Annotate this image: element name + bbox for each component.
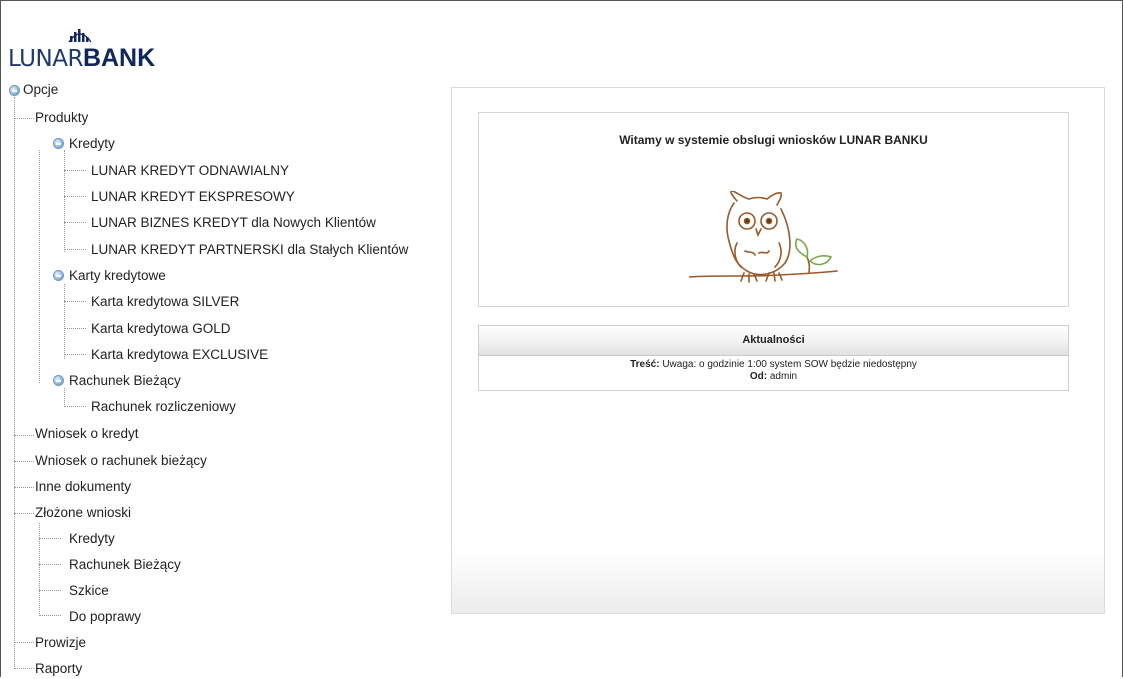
- tree-item-opcje[interactable]: Opcje: [23, 80, 58, 100]
- options-tree: Opcje Produkty Kredyty LUNAR KREDYT ODNA…: [0, 0, 450, 678]
- tree-item-karta-gold[interactable]: Karta kredytowa GOLD: [91, 319, 231, 339]
- collapse-toggle-icon[interactable]: [53, 270, 64, 281]
- tree-item-zlozone-wnioski[interactable]: Złożone wnioski: [35, 503, 131, 523]
- tree-item-do-poprawy[interactable]: Do poprawy: [69, 607, 141, 627]
- tree-line: [39, 523, 40, 616]
- tree-item-kredyt-ekspresowy[interactable]: LUNAR KREDYT EKSPRESOWY: [91, 187, 295, 207]
- owl-illustration: [689, 191, 838, 283]
- tree-item-karta-exclusive[interactable]: Karta kredytowa EXCLUSIVE: [91, 345, 268, 365]
- tree-line: [64, 150, 65, 252]
- tree-line: [39, 564, 61, 565]
- tree-item-produkty[interactable]: Produkty: [35, 108, 88, 128]
- tree-line: [39, 538, 61, 539]
- news-from-text: admin: [769, 371, 798, 382]
- tree-line: [39, 590, 61, 591]
- news-content-label: Treść:: [630, 359, 660, 370]
- tree-item-kredyt-odnawialny[interactable]: LUNAR KREDYT ODNAWIALNY: [91, 161, 289, 181]
- tree-item-prowizje[interactable]: Prowizje: [35, 633, 86, 653]
- tree-line: [14, 461, 34, 462]
- tree-line: [64, 406, 86, 407]
- tree-line: [64, 196, 86, 197]
- tree-item-raporty[interactable]: Raporty: [35, 659, 82, 679]
- collapse-toggle-icon[interactable]: [53, 138, 64, 149]
- tree-line: [64, 284, 65, 359]
- tree-item-karta-silver[interactable]: Karta kredytowa SILVER: [91, 292, 239, 312]
- tree-line: [14, 642, 34, 643]
- news-header: Aktualności: [479, 326, 1068, 356]
- tree-item-karty-kredytowe[interactable]: Karty kredytowe: [69, 266, 166, 286]
- news-content-text: Uwaga: o godzinie 1:00 system SOW będzie…: [662, 359, 917, 370]
- tree-item-zlozone-kredyty[interactable]: Kredyty: [69, 529, 115, 549]
- welcome-box: Witamy w systemie obslugi wniosków LUNAR…: [478, 112, 1069, 307]
- tree-line: [14, 118, 34, 119]
- tree-item-rachunek-biezacy[interactable]: Rachunek Bieżący: [69, 371, 181, 391]
- tree-item-inne-dokumenty[interactable]: Inne dokumenty: [35, 477, 131, 497]
- news-from-line: Od: admin: [479, 371, 1068, 383]
- welcome-title: Witamy w systemie obslugi wniosków LUNAR…: [619, 133, 928, 147]
- tree-line: [64, 301, 86, 302]
- tree-item-zlozone-rachunek[interactable]: Rachunek Bieżący: [69, 555, 181, 575]
- tree-item-biznes-kredyt[interactable]: LUNAR BIZNES KREDYT dla Nowych Klientów: [91, 213, 376, 233]
- tree-line: [64, 249, 86, 250]
- tree-line: [64, 222, 86, 223]
- tree-line: [39, 615, 61, 616]
- tree-line: [14, 435, 34, 436]
- tree-line: [14, 487, 34, 488]
- tree-line: [64, 328, 86, 329]
- tree-item-kredyt-partnerski[interactable]: LUNAR KREDYT PARTNERSKI dla Stałych Klie…: [91, 240, 408, 260]
- news-box: Aktualności Treść: Uwaga: o godzinie 1:0…: [478, 325, 1069, 391]
- tree-line: [14, 668, 34, 669]
- tree-item-wniosek-kredyt[interactable]: Wniosek o kredyt: [35, 424, 139, 444]
- tree-line: [64, 354, 86, 355]
- tree-item-szkice[interactable]: Szkice: [69, 581, 109, 601]
- news-from-label: Od:: [749, 371, 768, 382]
- collapse-toggle-icon[interactable]: [9, 85, 20, 96]
- tree-item-rachunek-rozliczeniowy[interactable]: Rachunek rozliczeniowy: [91, 397, 236, 417]
- news-content-line: Treść: Uwaga: o godzinie 1:00 system SOW…: [479, 359, 1068, 371]
- tree-line: [64, 170, 86, 171]
- tree-line: [64, 388, 65, 407]
- collapse-toggle-icon[interactable]: [53, 375, 64, 386]
- tree-line: [14, 513, 34, 514]
- tree-item-wniosek-rachunek[interactable]: Wniosek o rachunek bieżący: [35, 451, 207, 471]
- tree-line: [39, 150, 40, 383]
- tree-item-kredyty[interactable]: Kredyty: [69, 134, 115, 154]
- tree-line: [14, 97, 15, 669]
